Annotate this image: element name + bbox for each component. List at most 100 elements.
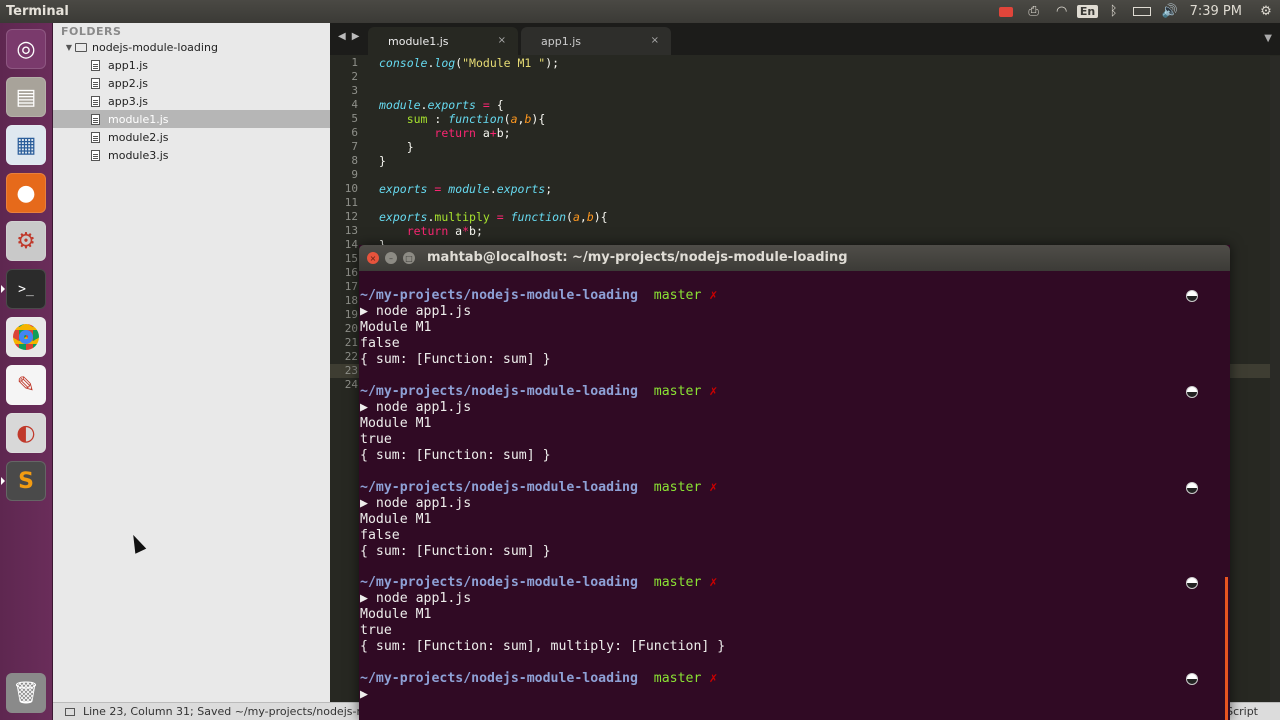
prompt-path: ~/my-projects/nodejs-module-loading — [360, 671, 638, 686]
panel-toggle-icon[interactable] — [65, 707, 75, 716]
line-number: 22 — [344, 350, 358, 363]
writer-icon[interactable]: ▦ — [6, 125, 46, 165]
output-line: false — [360, 528, 400, 543]
git-dirty-mark: ✗ — [709, 288, 718, 303]
folders-heading: FOLDERS — [61, 25, 122, 38]
output-line: true — [360, 432, 392, 447]
printer-icon[interactable]: ⎙ — [1020, 0, 1048, 23]
code-line: module.exports = { — [379, 98, 504, 112]
line-number: 21 — [344, 336, 358, 349]
git-branch: master — [653, 480, 702, 495]
system-gear-icon[interactable]: ⚙ — [1252, 0, 1280, 23]
prompt-line: ~/my-projects/nodejs-module-loading mast… — [360, 575, 717, 591]
output-line: Module M1 — [360, 320, 432, 335]
line-number: 7 — [351, 140, 358, 153]
git-dirty-mark: ✗ — [709, 671, 718, 686]
exit-status-icon — [1186, 290, 1198, 302]
tab-module1-js[interactable]: module1.js × — [368, 27, 518, 55]
line-number: 15 — [344, 252, 358, 265]
terminal-icon[interactable]: >_ — [1, 269, 46, 309]
file-name: app3.js — [108, 94, 148, 108]
window-minimize-icon[interactable]: – — [385, 252, 397, 264]
editor-scrollbar[interactable] — [1270, 56, 1280, 702]
prompt-path: ~/my-projects/nodejs-module-loading — [360, 575, 638, 590]
sidebar-file-item[interactable]: module3.js — [53, 146, 330, 164]
output-line: { sum: [Function: sum] } — [360, 352, 551, 367]
expand-triangle-icon[interactable]: ▼ — [63, 43, 75, 52]
file-icon — [91, 113, 100, 125]
volume-icon[interactable]: 🔊 — [1156, 0, 1184, 23]
line-number: 13 — [344, 224, 358, 237]
terminal-scrollbar[interactable] — [1225, 577, 1228, 720]
output-line: false — [360, 336, 400, 351]
tab-bar: ◀▶ module1.js × app1.js × ▼ — [330, 23, 1280, 55]
file-name: module2.js — [108, 130, 169, 144]
disk-icon[interactable]: ◐ — [6, 413, 46, 453]
output-line: { sum: [Function: sum], multiply: [Funct… — [360, 639, 726, 654]
tab-label: app1.js — [541, 34, 581, 48]
prompt-arrow-icon: ▶ — [360, 591, 376, 606]
folder-name: nodejs-module-loading — [92, 40, 218, 54]
git-branch: master — [653, 288, 702, 303]
launcher: ◎ ▤ ▦ ● ⚙ >_ ✎ ◐ S 🗑 — [0, 23, 53, 720]
command-line: ▶ node app1.js — [360, 591, 471, 607]
bluetooth-icon[interactable]: ᛒ — [1100, 0, 1128, 23]
keyboard-language-indicator[interactable]: En — [1076, 0, 1100, 23]
window-maximize-icon[interactable]: □ — [403, 252, 415, 264]
code-line: sum : function(a,b){ — [406, 112, 546, 126]
line-number: 20 — [344, 322, 358, 335]
language-label: En — [1076, 5, 1099, 18]
firefox-icon[interactable]: ● — [6, 173, 46, 213]
prompt-path: ~/my-projects/nodejs-module-loading — [360, 288, 638, 303]
folder-sidebar: FOLDERS ▼ nodejs-module-loading app1.js … — [53, 23, 330, 702]
sidebar-file-item[interactable]: module2.js — [53, 128, 330, 146]
terminal-window[interactable]: × – □ mahtab@localhost: ~/my-projects/no… — [359, 245, 1230, 720]
syntax-selector[interactable]: Script — [1226, 705, 1258, 718]
output-line: true — [360, 623, 392, 638]
sidebar-file-item[interactable]: app3.js — [53, 92, 330, 110]
terminal-titlebar[interactable]: × – □ mahtab@localhost: ~/my-projects/no… — [359, 245, 1230, 271]
wifi-icon[interactable]: ◠ — [1048, 0, 1076, 23]
tab-close-icon[interactable]: × — [498, 35, 506, 46]
prompt-line: ~/my-projects/nodejs-module-loading mast… — [360, 288, 717, 304]
code-line: exports = module.exports; — [379, 182, 553, 196]
text-editor-icon[interactable]: ✎ — [6, 365, 46, 405]
sidebar-file-item-selected[interactable]: module1.js — [53, 110, 330, 128]
folder-row[interactable]: ▼ nodejs-module-loading — [53, 38, 330, 56]
git-branch: master — [653, 575, 702, 590]
git-dirty-mark: ✗ — [709, 575, 718, 590]
prompt-line: ~/my-projects/nodejs-module-loading mast… — [360, 480, 717, 496]
tab-app1-js[interactable]: app1.js × — [521, 27, 671, 55]
line-number: 2 — [351, 70, 358, 83]
sidebar-file-item[interactable]: app1.js — [53, 56, 330, 74]
chrome-icon[interactable] — [6, 317, 46, 357]
files-icon[interactable]: ▤ — [6, 77, 46, 117]
file-icon — [91, 95, 100, 107]
command-text: node app1.js — [375, 400, 472, 415]
output-line: Module M1 — [360, 512, 432, 527]
command-text: node app1.js — [375, 304, 472, 319]
trash-icon[interactable]: 🗑 — [6, 673, 46, 713]
terminal-output[interactable]: ~/my-projects/nodejs-module-loading mast… — [359, 271, 1230, 720]
prompt-arrow-icon: ▶ — [360, 496, 376, 511]
command-line: ▶ — [360, 687, 368, 703]
output-line: Module M1 — [360, 607, 432, 622]
dash-icon[interactable]: ◎ — [6, 29, 46, 69]
file-name: module3.js — [108, 148, 169, 162]
window-close-icon[interactable]: × — [367, 252, 379, 264]
sidebar-file-item[interactable]: app2.js — [53, 74, 330, 92]
app-title: Terminal — [6, 4, 69, 19]
line-number: 19 — [344, 308, 358, 321]
tab-nav-arrows-icon[interactable]: ◀▶ — [338, 31, 365, 42]
settings-icon[interactable]: ⚙ — [6, 221, 46, 261]
line-number: 3 — [351, 84, 358, 97]
record-icon[interactable] — [992, 0, 1020, 23]
clock[interactable]: 7:39 PM — [1184, 4, 1252, 19]
battery-icon[interactable] — [1128, 0, 1156, 23]
tab-close-icon[interactable]: × — [651, 35, 659, 46]
command-line: ▶ node app1.js — [360, 304, 471, 320]
tab-menu-chevron-icon[interactable]: ▼ — [1264, 33, 1272, 44]
exit-status-icon — [1186, 386, 1198, 398]
command-line: ▶ node app1.js — [360, 496, 471, 512]
sublime-text-icon[interactable]: S — [1, 461, 46, 501]
